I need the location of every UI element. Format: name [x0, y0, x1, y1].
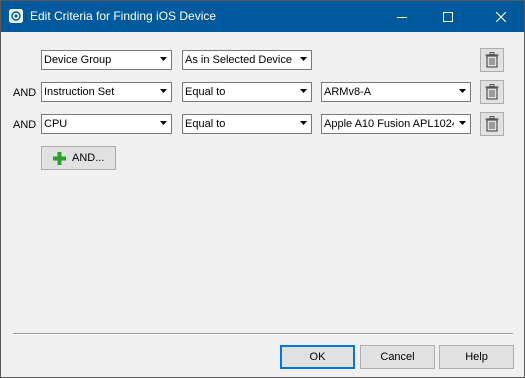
field-select-1[interactable]: Device Group [41, 50, 172, 70]
operator-select-3-value: Equal to [185, 118, 226, 130]
value-select-3[interactable]: Apple A10 Fusion APL1024 [321, 114, 471, 134]
delete-criterion-button-3[interactable] [480, 112, 504, 136]
add-and-criterion-button[interactable]: AND... [41, 146, 116, 170]
chevron-down-icon [160, 89, 167, 93]
minimize-button[interactable] [379, 1, 425, 32]
operator-select-1-value: As in Selected Device [185, 54, 292, 66]
operator-select-3[interactable]: Equal to [182, 114, 312, 134]
add-and-criterion-label: AND... [72, 152, 105, 164]
value-select-3-value: Apple A10 Fusion APL1024 [324, 118, 454, 130]
trash-icon [485, 116, 499, 132]
chevron-down-icon [300, 89, 307, 93]
maximize-button[interactable] [425, 1, 471, 32]
connector-label-2: AND [13, 87, 37, 99]
chevron-down-icon [160, 121, 167, 125]
value-select-2-value: ARMv8-A [324, 86, 372, 98]
footer-divider [13, 333, 513, 335]
operator-select-2-value: Equal to [185, 86, 226, 98]
chevron-down-icon [459, 89, 466, 93]
chevron-down-icon [160, 57, 167, 61]
maximize-icon [443, 11, 453, 22]
delete-criterion-button-2[interactable] [480, 80, 504, 104]
dialog-content: Device Group As in Selected Device AND I… [1, 32, 524, 377]
chevron-down-icon [300, 121, 307, 125]
field-select-3-value: CPU [44, 118, 68, 130]
minimize-icon [397, 16, 407, 18]
field-select-1-value: Device Group [44, 54, 112, 66]
plus-icon [53, 152, 66, 165]
window-title: Edit Criteria for Finding iOS Device [30, 9, 217, 23]
help-button[interactable]: Help [439, 345, 514, 369]
chevron-down-icon [300, 57, 307, 61]
close-button[interactable] [478, 1, 524, 32]
trash-icon [485, 84, 499, 100]
ok-button[interactable]: OK [280, 345, 355, 369]
title-bar[interactable]: Edit Criteria for Finding iOS Device [1, 1, 524, 32]
close-icon [496, 11, 506, 22]
field-select-3[interactable]: CPU [41, 114, 172, 134]
delete-criterion-button-1[interactable] [480, 48, 504, 72]
field-select-2-value: Instruction Set [44, 86, 115, 98]
cancel-button[interactable]: Cancel [360, 345, 435, 369]
value-select-2[interactable]: ARMv8-A [321, 82, 471, 102]
operator-select-2[interactable]: Equal to [182, 82, 312, 102]
edit-criteria-dialog: Edit Criteria for Finding iOS Device Dev… [0, 0, 525, 378]
trash-icon [485, 52, 499, 68]
chevron-down-icon [459, 121, 466, 125]
field-select-2[interactable]: Instruction Set [41, 82, 172, 102]
connector-label-3: AND [13, 119, 37, 131]
gear-shield-icon [9, 9, 23, 23]
operator-select-1[interactable]: As in Selected Device [182, 50, 312, 70]
